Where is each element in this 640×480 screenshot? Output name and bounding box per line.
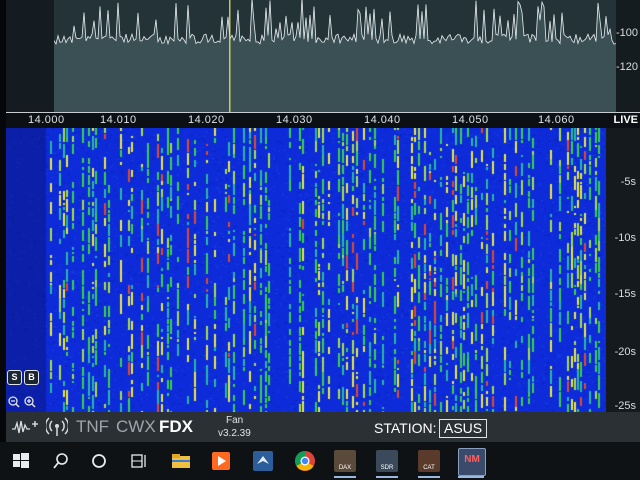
- media-player-icon[interactable]: [208, 448, 234, 474]
- tnf-toggle[interactable]: TNF: [76, 417, 109, 437]
- cat-app-label: CAT: [423, 465, 435, 471]
- logger-app-icon[interactable]: NM: [458, 448, 486, 476]
- task-view-icon[interactable]: [126, 448, 152, 474]
- sdr-app-label: SDR: [380, 465, 394, 471]
- time-label: -10s: [614, 232, 636, 244]
- frequency-tick: 14.000: [28, 114, 65, 126]
- frequency-tick: 14.010: [100, 114, 137, 126]
- version-label: v3.2.39: [218, 428, 251, 439]
- file-explorer-icon[interactable]: [168, 448, 194, 474]
- live-label[interactable]: LIVE: [614, 114, 638, 126]
- waterfall-display[interactable]: [6, 128, 606, 412]
- time-label: -15s: [614, 288, 636, 300]
- db-label: -120: [615, 61, 638, 73]
- db-label: -100: [615, 27, 638, 39]
- waterfall-s-button[interactable]: S: [7, 370, 22, 385]
- waterfall-time-scale: -5s -10s -15s -20s -25s: [606, 128, 640, 412]
- waveform-add-icon[interactable]: [12, 417, 42, 437]
- search-icon[interactable]: [48, 448, 74, 474]
- frequency-tick: 14.030: [276, 114, 313, 126]
- logger-app-label: NM: [464, 454, 480, 465]
- waterfall-b-button[interactable]: B: [24, 370, 39, 385]
- panadapter[interactable]: -100 -120: [6, 0, 640, 112]
- running-indicator: [458, 476, 484, 478]
- frequency-tick: 14.040: [364, 114, 401, 126]
- station-name-field[interactable]: ASUS: [439, 419, 488, 438]
- windows-start-icon[interactable]: [8, 448, 34, 474]
- cwx-toggle[interactable]: CWX: [116, 417, 156, 437]
- station-label: STATION:: [374, 420, 437, 436]
- zoom-out-icon[interactable]: [8, 396, 20, 408]
- dax-app-label: DAX: [338, 465, 352, 471]
- spectrum-trace[interactable]: [54, 0, 616, 112]
- frequency-tick: 14.050: [452, 114, 489, 126]
- frequency-tick: 14.020: [188, 114, 225, 126]
- bird-app-icon[interactable]: [250, 448, 276, 474]
- running-indicator: [376, 476, 398, 478]
- time-label: -5s: [620, 176, 636, 188]
- running-indicator: [418, 476, 440, 478]
- panadapter-left-margin: [6, 0, 54, 112]
- dax-app-icon[interactable]: DAX: [334, 450, 356, 472]
- fan-label: Fan: [226, 415, 244, 426]
- status-bar: TNF CWX FDX Fan v3.2.39 STATION: ASUS: [6, 412, 640, 442]
- sdr-app-icon[interactable]: SDR: [376, 450, 398, 472]
- frequency-axis[interactable]: 14.000 14.010 14.020 14.030 14.040 14.05…: [6, 112, 640, 129]
- panadapter-db-scale: -100 -120: [616, 0, 640, 112]
- cortana-icon[interactable]: [86, 448, 112, 474]
- wifi-broadcast-icon[interactable]: [46, 417, 68, 437]
- time-label: -25s: [614, 400, 636, 412]
- chrome-icon[interactable]: [292, 448, 318, 474]
- running-indicator: [334, 476, 356, 478]
- fdx-toggle[interactable]: FDX: [159, 417, 193, 437]
- zoom-in-icon[interactable]: [24, 396, 36, 408]
- cat-app-icon[interactable]: CAT: [418, 450, 440, 472]
- time-label: -20s: [614, 346, 636, 358]
- frequency-tick: 14.060: [538, 114, 575, 126]
